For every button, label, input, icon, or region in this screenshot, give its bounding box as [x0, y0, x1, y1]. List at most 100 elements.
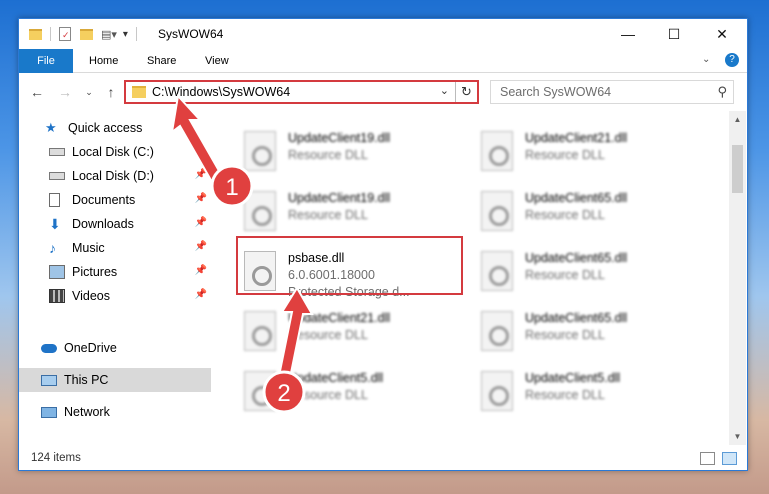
drive-icon: [49, 172, 65, 180]
file-tile[interactable]: UpdateClient21.dll Resource DLL: [240, 303, 465, 363]
tab-view[interactable]: View: [192, 49, 242, 73]
file-name: UpdateClient21.dll: [288, 311, 391, 325]
dll-file-icon: [481, 311, 513, 351]
file-name: UpdateClient65.dll: [525, 251, 628, 265]
minimize-button[interactable]: —: [605, 19, 651, 49]
dll-file-icon: [481, 131, 513, 171]
dll-file-icon: [244, 191, 276, 231]
file-name: UpdateClient65.dll: [525, 311, 628, 325]
videos-icon: [49, 289, 65, 303]
address-bar[interactable]: C:\Windows\SysWOW64 ⌄ ↻: [124, 80, 479, 104]
documents-icon: [49, 193, 60, 207]
file-type: Resource DLL: [525, 208, 605, 222]
divider: [50, 27, 51, 41]
new-folder-icon[interactable]: [80, 28, 93, 40]
back-button[interactable]: ←: [27, 82, 47, 102]
close-button[interactable]: ✕: [699, 19, 745, 49]
tab-file[interactable]: File: [19, 49, 73, 73]
ribbon-tabs: File Home Share View ⌄ ?: [19, 49, 747, 73]
forward-button[interactable]: →: [55, 82, 75, 102]
file-tile[interactable]: UpdateClient5.dll Resource DLL: [240, 363, 465, 423]
nav-music[interactable]: ♪ Music 📌: [19, 236, 211, 260]
tab-home[interactable]: Home: [76, 49, 131, 73]
search-icon: ⚲: [717, 84, 727, 99]
file-tile[interactable]: UpdateClient21.dll Resource DLL: [477, 123, 702, 183]
nav-label: Downloads: [72, 217, 134, 231]
pin-icon[interactable]: 📌: [195, 169, 207, 180]
pin-icon[interactable]: 📌: [195, 241, 207, 252]
pictures-icon: [49, 265, 65, 279]
nav-local-disk-c[interactable]: Local Disk (C:) 📌: [19, 140, 211, 164]
dll-file-icon: [481, 191, 513, 231]
details-view-icon[interactable]: [700, 452, 715, 465]
file-name: UpdateClient19.dll: [288, 131, 391, 145]
dll-file-icon: [481, 251, 513, 291]
file-name: UpdateClient5.dll: [288, 371, 384, 385]
pin-icon[interactable]: 📌: [195, 193, 207, 204]
address-dropdown-icon[interactable]: ⌄: [440, 84, 449, 97]
refresh-button[interactable]: ↻: [455, 82, 477, 102]
file-tile[interactable]: UpdateClient19.dll Resource DLL: [240, 183, 465, 243]
customize-toolbar-icon[interactable]: ▾: [123, 29, 128, 40]
nav-this-pc[interactable]: This PC: [19, 368, 211, 392]
file-type: Resource DLL: [288, 388, 368, 402]
file-name: UpdateClient65.dll: [525, 191, 628, 205]
file-name: UpdateClient19.dll: [288, 191, 391, 205]
nav-quick-access[interactable]: ★ Quick access: [19, 116, 211, 140]
file-tile[interactable]: UpdateClient65.dll Resource DLL: [477, 303, 702, 363]
dll-file-icon: [244, 311, 276, 351]
pin-icon[interactable]: 📌: [195, 217, 207, 228]
nav-label: Music: [72, 241, 105, 255]
tab-share[interactable]: Share: [134, 49, 189, 73]
file-tile[interactable]: UpdateClient19.dll Resource DLL: [240, 123, 465, 183]
nav-onedrive[interactable]: OneDrive: [19, 336, 211, 360]
downloads-icon: ⬇: [49, 216, 61, 232]
title-bar: ✓ ▤▾ ▾ SysWOW64 — ☐ ✕: [19, 19, 747, 49]
file-tile[interactable]: UpdateClient65.dll Resource DLL: [477, 243, 702, 303]
nav-local-disk-d[interactable]: Local Disk (D:) 📌: [19, 164, 211, 188]
nav-label: Quick access: [68, 121, 143, 135]
nav-network[interactable]: Network: [19, 400, 211, 424]
nav-label: Documents: [72, 193, 136, 207]
properties-icon[interactable]: ✓: [59, 27, 71, 41]
item-count: 124 items: [31, 452, 81, 464]
scroll-up-icon[interactable]: ▲: [729, 111, 746, 128]
nav-downloads[interactable]: ⬇ Downloads 📌: [19, 212, 211, 236]
up-button[interactable]: ↑: [101, 82, 121, 102]
nav-videos[interactable]: Videos 📌: [19, 284, 211, 308]
nav-label: Pictures: [72, 265, 118, 279]
ribbon-collapse-icon[interactable]: ⌄: [702, 54, 710, 65]
scroll-down-icon[interactable]: ▼: [729, 428, 746, 445]
nav-label: Local Disk (C:): [72, 145, 154, 159]
address-row: ← → ⌄ ↑ C:\Windows\SysWOW64 ⌄ ↻ Search S…: [19, 74, 747, 110]
pin-icon[interactable]: 📌: [195, 265, 207, 276]
pin-icon[interactable]: 📌: [195, 289, 207, 300]
view-options-icon[interactable]: ▤▾: [101, 28, 117, 41]
file-tile[interactable]: UpdateClient5.dll Resource DLL: [477, 363, 702, 423]
help-icon[interactable]: ?: [725, 53, 739, 67]
nav-documents[interactable]: Documents 📌: [19, 188, 211, 212]
file-tile[interactable]: UpdateClient65.dll Resource DLL: [477, 183, 702, 243]
maximize-button[interactable]: ☐: [651, 19, 697, 49]
file-type: Resource DLL: [525, 388, 605, 402]
pin-icon[interactable]: 📌: [195, 145, 207, 156]
large-icons-view-icon[interactable]: [722, 452, 737, 465]
nav-pictures[interactable]: Pictures 📌: [19, 260, 211, 284]
scrollbar-thumb[interactable]: [732, 145, 743, 193]
file-type: Resource DLL: [288, 328, 368, 342]
psbase-highlight-box: [236, 236, 463, 295]
search-input[interactable]: Search SysWOW64: [500, 85, 611, 99]
recent-locations-button[interactable]: ⌄: [79, 82, 99, 102]
nav-label: This PC: [64, 373, 109, 387]
computer-icon: [41, 374, 57, 386]
vertical-scrollbar[interactable]: ▲ ▼: [729, 111, 746, 445]
file-name: UpdateClient21.dll: [525, 131, 628, 145]
file-name: UpdateClient5.dll: [525, 371, 621, 385]
navigation-pane: ★ Quick access Local Disk (C:) 📌 Local D…: [19, 111, 213, 445]
search-box[interactable]: Search SysWOW64 ⚲: [490, 80, 734, 104]
quick-access-toolbar: ✓ ▤▾ ▾: [29, 25, 137, 43]
folder-icon: [132, 86, 146, 98]
nav-label: Network: [64, 405, 110, 419]
address-path[interactable]: C:\Windows\SysWOW64: [152, 85, 290, 99]
file-type: Resource DLL: [525, 148, 605, 162]
